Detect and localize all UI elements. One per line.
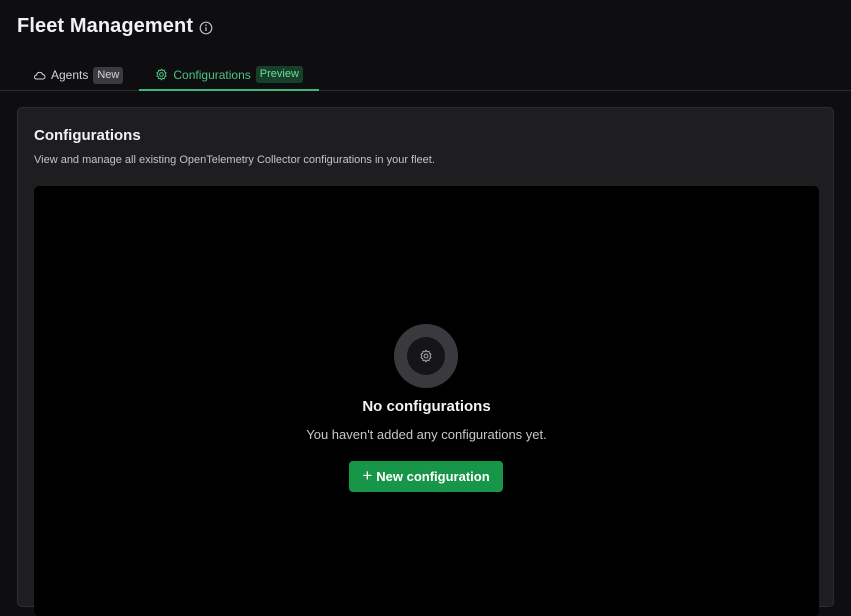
cloud-icon — [33, 69, 46, 82]
tab-configurations-label: Configurations — [173, 67, 251, 82]
tab-configurations[interactable]: Configurations Preview — [139, 60, 319, 91]
page-title-row: Fleet Management — [17, 15, 213, 38]
empty-state-icon-inner — [407, 337, 445, 375]
plus-icon: + — [362, 466, 373, 485]
gear-icon — [155, 68, 168, 81]
new-configuration-button[interactable]: + New configuration — [349, 461, 503, 492]
configurations-list-panel: No configurations You haven't added any … — [34, 186, 819, 616]
preview-badge: Preview — [255, 66, 303, 83]
gear-icon — [419, 349, 433, 363]
card-description: View and manage all existing OpenTelemet… — [34, 154, 435, 166]
empty-state-description: You haven't added any configurations yet… — [306, 427, 547, 442]
page-header: Fleet Management Agents New Configuratio… — [0, 0, 851, 91]
page-title: Fleet Management — [17, 15, 194, 37]
empty-state-icon-ring — [394, 324, 458, 388]
tab-agents-label: Agents — [51, 68, 89, 82]
info-circle-icon[interactable] — [199, 21, 213, 35]
tab-agents[interactable]: Agents New — [17, 60, 139, 90]
tab-bar: Agents New Configurations Preview — [17, 60, 319, 91]
new-badge: New — [93, 66, 124, 84]
new-configuration-button-label: New configuration — [376, 469, 490, 484]
card-title: Configurations — [34, 127, 141, 144]
empty-state-title: No configurations — [362, 398, 491, 415]
configurations-card: Configurations View and manage all exist… — [17, 107, 834, 616]
